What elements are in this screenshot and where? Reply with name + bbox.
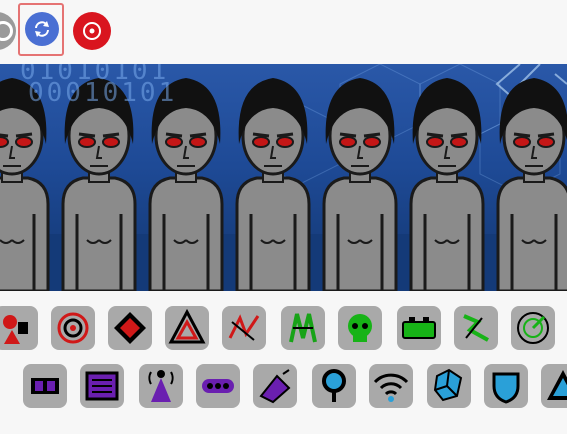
shatter-icon[interactable] — [427, 364, 471, 408]
wifi-icon[interactable] — [369, 364, 413, 408]
game-screen: 01010101 00010101 — [0, 0, 567, 434]
antenna-icon[interactable] — [139, 364, 183, 408]
diamond-icon[interactable] — [108, 306, 152, 350]
reload-button[interactable] — [25, 12, 59, 46]
screen-icon[interactable] — [80, 364, 124, 408]
triangle-icon[interactable] — [165, 306, 209, 350]
radar-icon[interactable] — [511, 306, 555, 350]
tangle-icon[interactable] — [222, 306, 266, 350]
top-toolbar — [0, 0, 567, 62]
reload-icon — [35, 21, 49, 37]
record-icon — [83, 22, 101, 40]
warning-icon[interactable] — [541, 364, 567, 408]
character-1[interactable] — [0, 78, 50, 291]
battery-icon[interactable] — [397, 306, 441, 350]
zigzag-icon[interactable] — [281, 306, 325, 350]
bolt-icon[interactable] — [454, 306, 498, 350]
magnifier-icon[interactable] — [312, 364, 356, 408]
binary-text-2: 00010101 — [28, 78, 178, 108]
shield-icon[interactable] — [484, 364, 528, 408]
settings-button[interactable] — [0, 12, 16, 50]
vortex-icon[interactable] — [51, 306, 95, 350]
shapes-icon[interactable] — [0, 306, 38, 350]
gear-icon — [0, 21, 13, 41]
character-2[interactable] — [61, 78, 137, 291]
record-button[interactable] — [73, 12, 111, 50]
character-6[interactable] — [409, 78, 485, 291]
skull-icon[interactable] — [338, 306, 382, 350]
character-stage: 01010101 00010101 — [0, 64, 567, 291]
knuckles-icon[interactable] — [196, 364, 240, 408]
speaker-icon[interactable] — [23, 364, 67, 408]
character-4[interactable] — [235, 78, 311, 291]
character-3[interactable] — [148, 78, 224, 291]
bomb-icon[interactable] — [253, 364, 297, 408]
character-5[interactable] — [322, 78, 398, 291]
character-7[interactable] — [496, 78, 567, 291]
